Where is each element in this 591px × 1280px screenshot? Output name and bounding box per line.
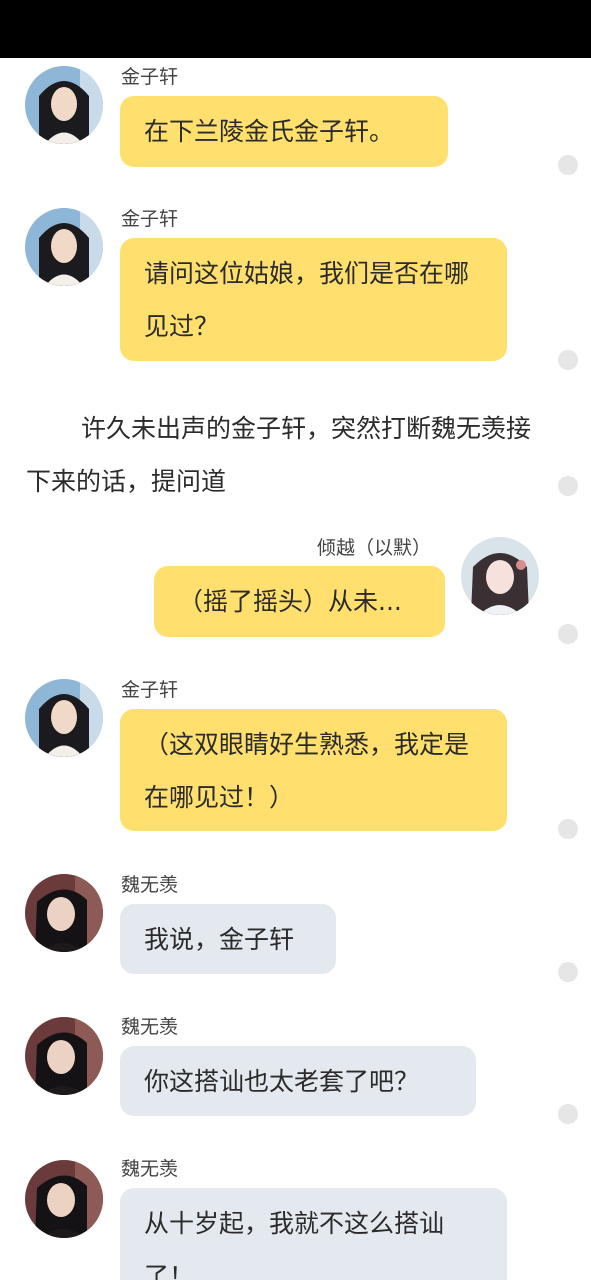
more-dot-icon[interactable] xyxy=(558,476,578,496)
avatar-wei-wuxian[interactable] xyxy=(25,1160,103,1238)
male-dark-hair-avatar-icon xyxy=(25,874,103,952)
sender-name: 金子轩 xyxy=(121,208,179,230)
status-bar xyxy=(0,0,591,58)
message-bubble[interactable]: 你这搭讪也太老套了吧？ xyxy=(120,1046,476,1116)
message-bubble[interactable]: 从十岁起，我就不这么搭讪了！ xyxy=(120,1188,507,1280)
avatar-wei-wuxian[interactable] xyxy=(25,874,103,952)
more-dot-icon[interactable] xyxy=(558,350,578,370)
more-dot-icon[interactable] xyxy=(558,624,578,644)
message-bubble[interactable]: （这双眼睛好生熟悉，我定是在哪见过！） xyxy=(120,709,507,831)
sender-name: 金子轩 xyxy=(121,66,179,88)
female-hairpin-avatar-icon xyxy=(461,537,539,615)
sender-name: 魏无羡 xyxy=(121,1016,179,1038)
more-dot-icon[interactable] xyxy=(558,819,578,839)
sender-name: 倾越（以默） xyxy=(317,537,432,559)
male-dark-hair-avatar-icon xyxy=(25,1017,103,1095)
message-bubble[interactable]: 我说，金子轩 xyxy=(120,904,336,974)
message-bubble[interactable]: 在下兰陵金氏金子轩。 xyxy=(120,96,448,167)
male-long-hair-avatar-icon xyxy=(25,679,103,757)
sender-name: 魏无羡 xyxy=(121,874,179,896)
message-bubble[interactable]: 请问这位姑娘，我们是否在哪见过？ xyxy=(120,238,507,361)
more-dot-icon[interactable] xyxy=(558,1104,578,1124)
narration-text: 许久未出声的金子轩，突然打断魏无羡接下来的话，提问道 xyxy=(26,414,532,496)
male-long-hair-avatar-icon xyxy=(25,208,103,286)
avatar-qingyue[interactable] xyxy=(461,537,539,615)
avatar-jin-zixuan[interactable] xyxy=(25,66,103,144)
avatar-wei-wuxian[interactable] xyxy=(25,1017,103,1095)
more-dot-icon[interactable] xyxy=(558,962,578,982)
more-dot-icon[interactable] xyxy=(558,155,578,175)
sender-name: 金子轩 xyxy=(121,679,179,701)
sender-name: 魏无羡 xyxy=(121,1158,179,1180)
avatar-jin-zixuan[interactable] xyxy=(25,679,103,757)
message-bubble[interactable]: （摇了摇头）从未... xyxy=(154,566,445,637)
avatar-jin-zixuan[interactable] xyxy=(25,208,103,286)
male-dark-hair-avatar-icon xyxy=(25,1160,103,1238)
male-long-hair-avatar-icon xyxy=(25,66,103,144)
